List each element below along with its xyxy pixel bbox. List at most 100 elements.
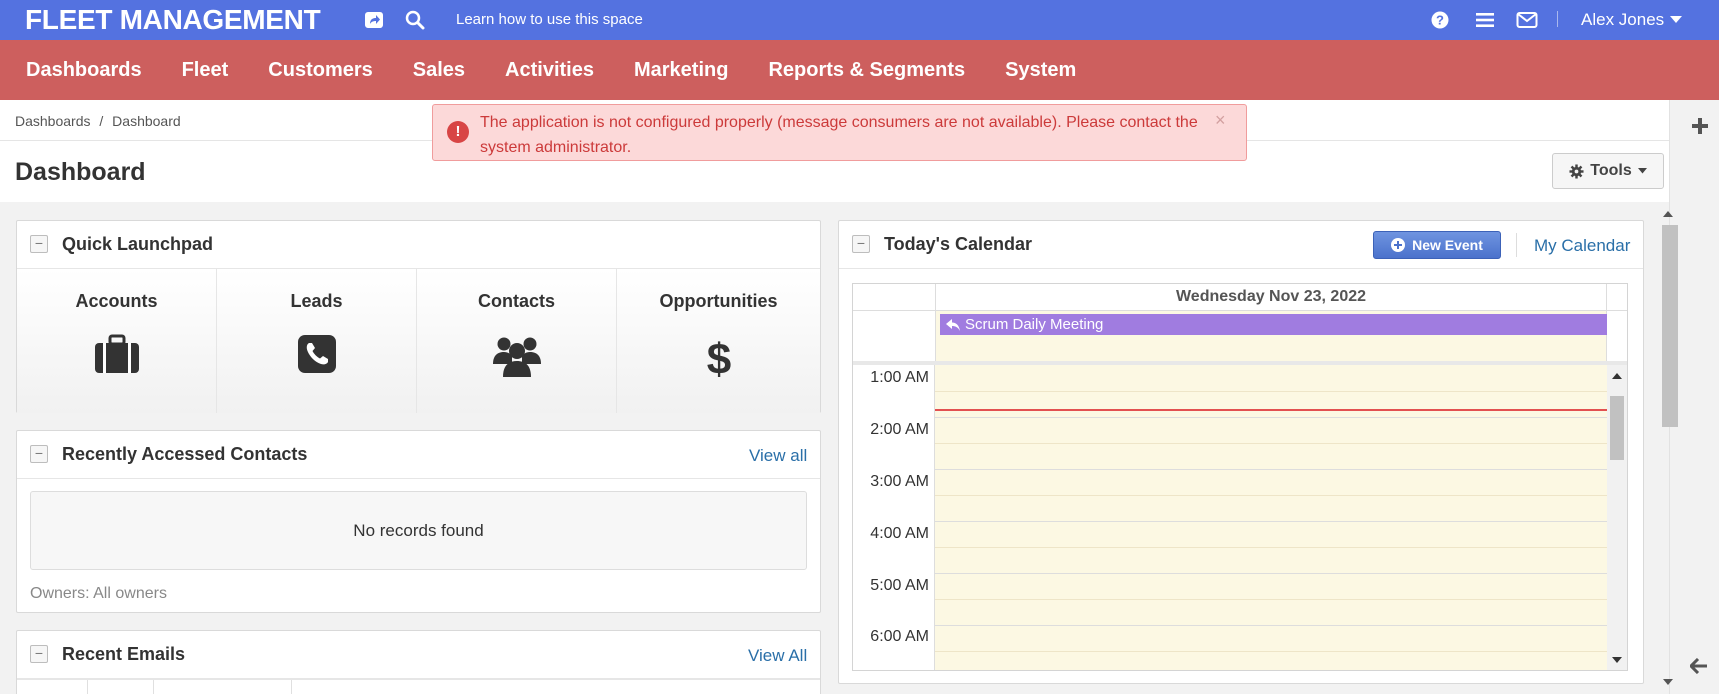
chevron-down-icon	[1670, 16, 1683, 23]
plus-icon[interactable]	[1692, 118, 1708, 134]
svg-text:$: $	[706, 335, 730, 380]
hour-line	[935, 625, 1607, 626]
calendar-view: Wednesday Nov 23, 2022 Scrum Daily Meeti…	[852, 283, 1628, 671]
error-alert: ! The application is not configured prop…	[432, 104, 1247, 161]
tools-button[interactable]: Tools	[1552, 153, 1664, 189]
user-menu[interactable]: Alex Jones	[1581, 10, 1683, 30]
collapse-toggle[interactable]: −	[30, 445, 48, 463]
collapse-toggle[interactable]: −	[852, 235, 870, 253]
menu-icon[interactable]	[1473, 8, 1497, 32]
panel-header: − Recently Accessed Contacts View all	[17, 431, 820, 479]
nav-sales[interactable]: Sales	[393, 40, 485, 100]
tile-label: Accounts	[75, 291, 158, 311]
panel-header: − Quick Launchpad	[17, 221, 820, 269]
tile-contacts[interactable]: Contacts	[417, 269, 617, 413]
calendar-event[interactable]: Scrum Daily Meeting	[940, 314, 1607, 335]
top-bar: FLEET MANAGEMENT Learn how to use this s…	[0, 0, 1719, 40]
scroll-up-icon[interactable]	[1663, 210, 1673, 218]
time-label: 5:00 AM	[870, 577, 929, 594]
briefcase-icon	[94, 334, 139, 373]
time-grid: 1:00 AM 2:00 AM 3:00 AM 4:00 AM 5:00 AM …	[853, 365, 1627, 670]
scroll-down-icon[interactable]	[1612, 657, 1622, 664]
half-hour-line	[935, 547, 1607, 548]
panel-title: Today's Calendar	[884, 234, 1032, 254]
nav-customers[interactable]: Customers	[248, 40, 392, 100]
plus-circle-icon	[1391, 238, 1406, 252]
mail-icon[interactable]	[1515, 8, 1539, 32]
panel-title: Recently Accessed Contacts	[62, 444, 308, 464]
tile-label: Leads	[290, 291, 343, 311]
nav-activities[interactable]: Activities	[485, 40, 614, 100]
panel-title: Recent Emails	[62, 644, 186, 664]
recent-contacts-panel: − Recently Accessed Contacts View all No…	[16, 430, 821, 613]
calendar-scrollbar-thumb[interactable]	[1610, 396, 1624, 460]
new-event-button[interactable]: New Event	[1373, 231, 1501, 259]
tools-label: Tools	[1590, 162, 1632, 179]
help-icon[interactable]: ?	[1428, 8, 1452, 32]
phone-icon	[297, 335, 336, 373]
users-icon	[492, 337, 541, 377]
tile-opportunities[interactable]: Opportunities $	[617, 269, 820, 413]
share-icon[interactable]	[362, 8, 386, 32]
time-slots[interactable]	[935, 365, 1607, 670]
time-column: 1:00 AM 2:00 AM 3:00 AM 4:00 AM 5:00 AM …	[853, 365, 935, 670]
reply-icon	[946, 318, 960, 331]
view-all-link[interactable]: View all	[749, 446, 807, 466]
column-divider	[291, 680, 292, 694]
page-scrollbar-thumb[interactable]	[1662, 225, 1678, 427]
app-brand[interactable]: FLEET MANAGEMENT	[25, 4, 321, 36]
view-all-link[interactable]: View All	[748, 646, 807, 666]
current-time-line	[935, 409, 1607, 411]
gear-icon	[1569, 163, 1584, 179]
scroll-up-icon[interactable]	[1612, 372, 1622, 379]
page-title: Dashboard	[15, 158, 146, 186]
time-label: 4:00 AM	[870, 525, 929, 542]
breadcrumb-dashboards[interactable]: Dashboards	[15, 113, 91, 129]
time-label: 6:00 AM	[870, 628, 929, 645]
half-hour-line	[935, 495, 1607, 496]
panel-title: Quick Launchpad	[62, 234, 214, 254]
topbar-separator	[1557, 11, 1558, 27]
learn-link[interactable]: Learn how to use this space	[456, 12, 643, 28]
nav-reports-segments[interactable]: Reports & Segments	[748, 40, 985, 100]
column-divider	[153, 680, 154, 694]
empty-state: No records found	[30, 491, 807, 570]
header-separator	[1516, 233, 1517, 257]
nav-marketing[interactable]: Marketing	[614, 40, 748, 100]
quick-launchpad-panel: − Quick Launchpad Accounts Leads Contact…	[16, 220, 821, 413]
hour-line	[935, 469, 1607, 470]
svg-text:?: ?	[1436, 13, 1444, 28]
collapse-toggle[interactable]: −	[30, 235, 48, 253]
collapse-toggle[interactable]: −	[30, 645, 48, 663]
hour-line	[935, 573, 1607, 574]
arrow-left-icon[interactable]	[1690, 658, 1708, 674]
calendar-scrollbar[interactable]	[1607, 365, 1627, 670]
nav-dashboards[interactable]: Dashboards	[6, 40, 162, 100]
todays-calendar-panel: − Today's Calendar New Event My Calendar…	[838, 220, 1644, 684]
recent-emails-panel: − Recent Emails View All	[16, 630, 821, 694]
nav-fleet[interactable]: Fleet	[162, 40, 249, 100]
half-hour-line	[935, 443, 1607, 444]
breadcrumb-separator: /	[99, 113, 104, 129]
dollar-icon: $	[706, 335, 730, 380]
tile-label: Contacts	[477, 291, 555, 311]
calendar-date-header: Wednesday Nov 23, 2022	[935, 284, 1607, 310]
tile-accounts[interactable]: Accounts	[17, 269, 217, 413]
nav-system[interactable]: System	[985, 40, 1096, 100]
half-hour-line	[935, 651, 1607, 652]
breadcrumb: Dashboards / Dashboard	[15, 113, 181, 129]
scroll-down-icon[interactable]	[1663, 678, 1673, 686]
user-name: Alex Jones	[1581, 10, 1665, 29]
time-label: 1:00 AM	[870, 369, 929, 386]
emails-table-header	[17, 679, 820, 694]
column-divider	[87, 680, 88, 694]
panel-header: − Today's Calendar New Event My Calendar	[839, 221, 1643, 269]
time-label: 3:00 AM	[870, 473, 929, 490]
close-icon[interactable]: ×	[1215, 108, 1226, 133]
alert-message: The application is not configured proper…	[480, 114, 1198, 156]
tile-leads[interactable]: Leads	[217, 269, 417, 413]
my-calendar-link[interactable]: My Calendar	[1534, 236, 1630, 256]
panel-header: − Recent Emails View All	[17, 631, 820, 679]
error-icon: !	[447, 121, 469, 143]
search-icon[interactable]	[403, 8, 427, 32]
